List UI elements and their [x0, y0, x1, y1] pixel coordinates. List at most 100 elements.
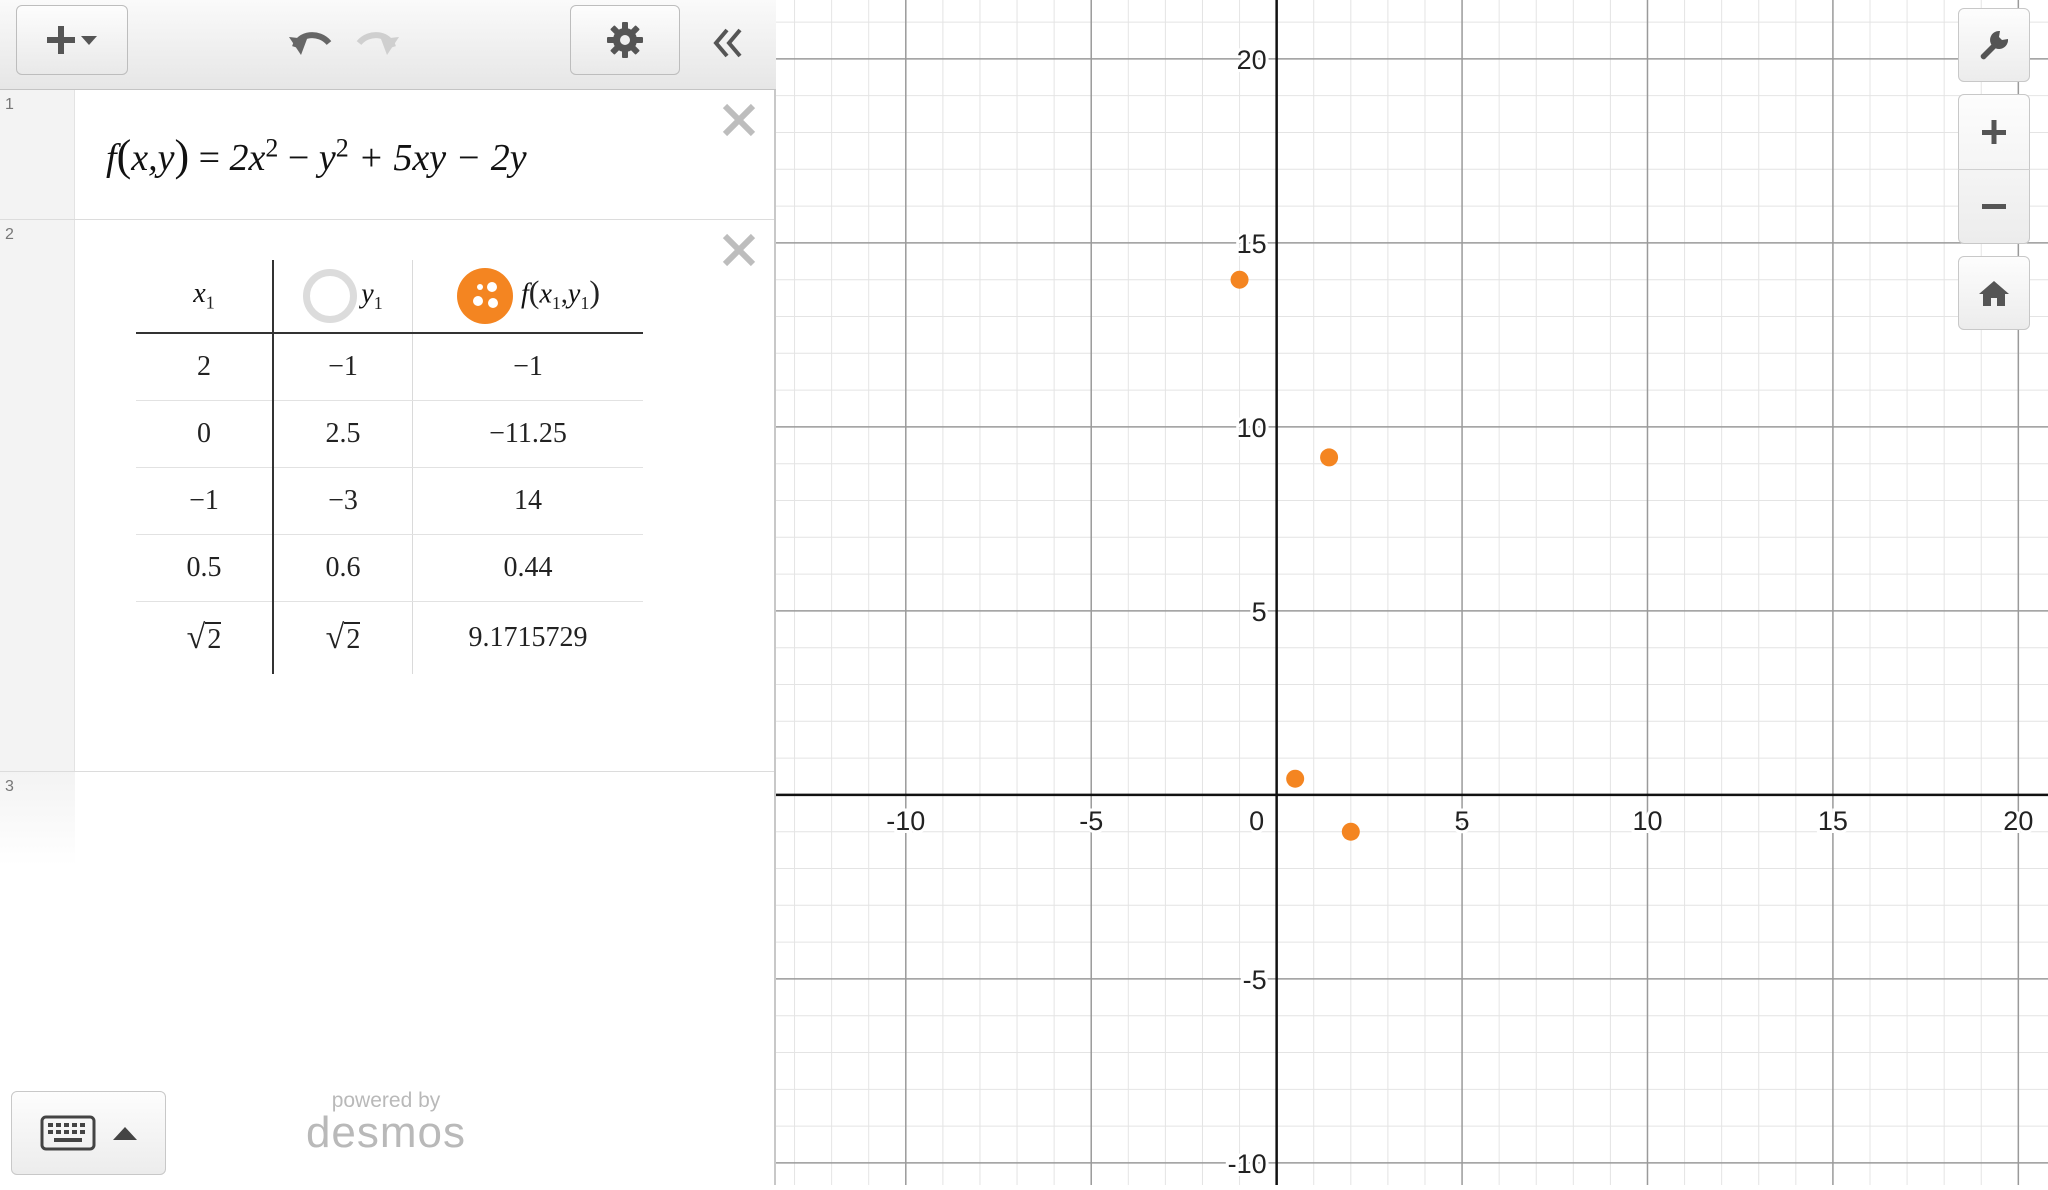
x-tick-label: 0 — [1249, 806, 1264, 836]
table-row: −1 −3 14 — [136, 467, 643, 535]
x-tick-label: 15 — [1818, 806, 1848, 836]
wrench-icon — [1980, 30, 2009, 60]
redo-button[interactable] — [350, 18, 406, 68]
table-row: 2 −1 −1 — [136, 333, 643, 401]
table-cell: −11.25 — [412, 400, 643, 468]
header-subscript: 1 — [205, 292, 215, 313]
data-point[interactable] — [1286, 769, 1305, 788]
y-tick-label: 5 — [1252, 597, 1267, 627]
table-cell[interactable]: −3 — [273, 467, 413, 535]
graph-settings-button[interactable] — [1958, 8, 2030, 82]
data-point[interactable] — [1230, 270, 1249, 289]
x-tick-label: -10 — [886, 806, 925, 836]
table-cell: 0.44 — [412, 534, 643, 602]
y-tick-label: 15 — [1237, 229, 1267, 259]
plus-dropdown-icon — [47, 26, 97, 54]
gear-icon — [607, 22, 643, 58]
header-subscript: 1 — [373, 293, 383, 314]
y-tick-label: -10 — [1228, 1149, 1267, 1179]
math-exponent: 2 — [335, 133, 349, 163]
sqrt-expression: √2 — [325, 619, 361, 656]
undo-icon — [289, 32, 332, 55]
delete-table-icon[interactable] — [719, 230, 759, 270]
math-equals: = — [198, 137, 221, 179]
table-row: √2 √2 9.1715729 — [136, 601, 643, 674]
header-text: y — [361, 278, 374, 310]
table-cell[interactable]: 0.6 — [273, 534, 413, 602]
function-definition[interactable]: f(x,y) = 2x2 − y2 + 5xy − 2y — [106, 130, 527, 181]
expression-index: 2 — [5, 226, 14, 243]
zoom-out-button[interactable] — [1958, 170, 2030, 244]
undo-button[interactable] — [282, 18, 338, 68]
delete-expression-icon[interactable] — [719, 100, 759, 140]
math-args: x,y — [131, 137, 175, 179]
table-cell: −1 — [412, 333, 643, 401]
graph-plot[interactable]: -10 -5 0 5 10 15 20 -10 -5 5 10 15 20 — [776, 0, 2048, 1185]
data-table: x1 y1 f(x1,y1) 2 −1 −1 0 2.5 −11.25 −1 −… — [136, 260, 643, 674]
header-subscript: 1 — [580, 293, 590, 314]
hidden-series-toggle-icon[interactable] — [303, 269, 358, 323]
header-text: y — [567, 278, 581, 310]
math-minus: − — [287, 137, 310, 179]
table-cell[interactable]: √2 — [136, 601, 274, 674]
math-term: + 5xy − 2y — [358, 137, 527, 179]
home-icon — [1979, 281, 2009, 306]
expression-index: 3 — [5, 778, 14, 795]
caret-up-icon — [112, 1127, 137, 1140]
x-tick-label: 20 — [2003, 806, 2033, 836]
table-cell[interactable]: −1 — [273, 333, 413, 401]
data-point[interactable] — [1320, 448, 1339, 467]
header-text: f — [521, 278, 529, 310]
expression-panel: 1 f(x,y) = 2x2 − y2 + 5xy − 2y 2 x1 y1 f… — [0, 0, 776, 1185]
desmos-branding: powered by desmos — [300, 1090, 472, 1157]
zoom-in-button[interactable] — [1958, 95, 2030, 170]
keyboard-icon — [40, 1115, 95, 1151]
column-header-y1[interactable]: y1 — [273, 260, 413, 334]
math-term: y — [318, 137, 336, 179]
add-item-button[interactable] — [16, 5, 128, 75]
points-series-toggle-icon[interactable] — [456, 267, 514, 325]
y-tick-label: -5 — [1243, 965, 1267, 995]
keyboard-toggle-button[interactable] — [11, 1091, 166, 1175]
graph-canvas[interactable]: -10 -5 0 5 10 15 20 -10 -5 5 10 15 20 — [776, 0, 2048, 1185]
redo-icon — [356, 32, 399, 55]
y-tick-label: 20 — [1237, 45, 1267, 75]
plus-icon — [1982, 119, 2006, 144]
table-cell[interactable]: 0.5 — [136, 534, 274, 602]
double-chevron-left-icon — [713, 28, 742, 58]
expression-row-2[interactable]: 2 x1 y1 f(x1,y1) 2 −1 −1 0 2.5 −11.25 −1… — [0, 220, 774, 772]
desmos-logo-text: desmos — [305, 1108, 467, 1157]
x-tick-label: 5 — [1455, 806, 1470, 836]
y-tick-label: 10 — [1237, 413, 1267, 443]
table-row: 0.5 0.6 0.44 — [136, 534, 643, 602]
default-viewport-button[interactable] — [1958, 256, 2030, 330]
expression-row-1[interactable]: 1 f(x,y) = 2x2 − y2 + 5xy − 2y — [0, 90, 774, 220]
expression-row-3-empty[interactable]: 3 — [0, 772, 774, 866]
x-tick-label: -5 — [1079, 806, 1103, 836]
math-term: 2x — [229, 137, 266, 179]
table-cell[interactable]: √2 — [273, 601, 413, 674]
column-header-f[interactable]: f(x1,y1) — [412, 260, 643, 334]
x-tick-label: 10 — [1632, 806, 1662, 836]
math-exponent: 2 — [265, 133, 279, 163]
expression-toolbar — [0, 0, 776, 90]
column-header-x1[interactable]: x1 — [136, 260, 274, 334]
minus-icon — [1982, 204, 2006, 210]
table-cell[interactable]: 2.5 — [273, 400, 413, 468]
expression-gutter: 3 — [0, 772, 75, 866]
table-cell[interactable]: 2 — [136, 333, 274, 401]
header-subscript: 1 — [551, 293, 561, 314]
table-cell[interactable]: 0 — [136, 400, 274, 468]
table-cell: 14 — [412, 467, 643, 535]
table-cell: 9.1715729 — [468, 622, 588, 653]
math-f: f — [106, 137, 117, 179]
header-text: x — [193, 278, 206, 310]
zoom-controls — [1958, 94, 2030, 244]
table-row: 0 2.5 −11.25 — [136, 400, 643, 468]
settings-button[interactable] — [570, 5, 680, 75]
data-point[interactable] — [1341, 822, 1360, 841]
header-text: x — [539, 278, 552, 310]
table-cell[interactable]: −1 — [136, 467, 274, 535]
collapse-panel-button[interactable] — [700, 18, 756, 68]
sqrt-expression: √2 — [186, 619, 222, 656]
